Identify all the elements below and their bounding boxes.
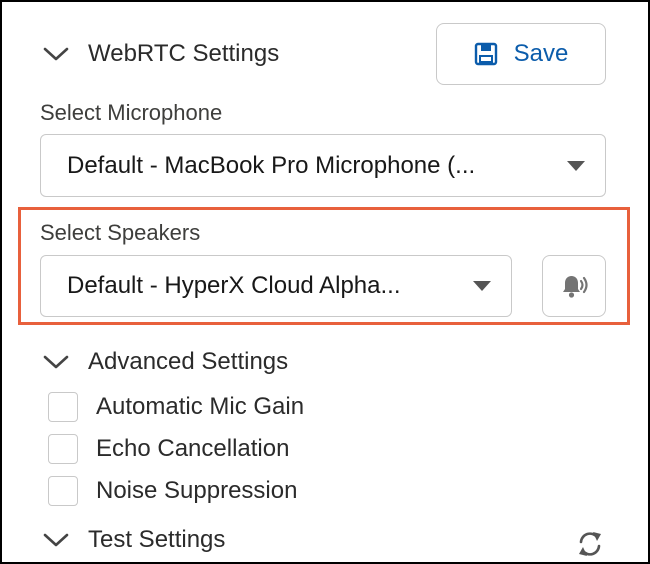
- checkbox[interactable]: [48, 434, 78, 464]
- checkbox-label: Automatic Mic Gain: [96, 393, 305, 420]
- chevron-down-icon: [43, 533, 69, 547]
- checkbox-label: Echo Cancellation: [96, 435, 290, 462]
- caret-down-icon: [473, 281, 491, 291]
- chevron-down-icon: [43, 355, 69, 369]
- advanced-settings-title: Advanced Settings: [88, 348, 289, 375]
- microphone-select-value: Default - MacBook Pro Microphone (...: [67, 151, 476, 179]
- speakers-label: Select Speakers: [40, 220, 201, 245]
- caret-down-icon: [567, 160, 585, 171]
- checkbox[interactable]: [48, 392, 78, 422]
- speakers-select[interactable]: Default - HyperX Cloud Alpha...: [40, 255, 512, 317]
- checkbox[interactable]: [48, 476, 78, 506]
- floppy-disk-icon: [474, 42, 497, 66]
- speakers-select-value: Default - HyperX Cloud Alpha...: [67, 272, 401, 299]
- test-settings-header[interactable]: Test Settings: [42, 526, 225, 554]
- option-echo-cancellation[interactable]: Echo Cancellation: [48, 434, 289, 464]
- webrtc-settings-header[interactable]: WebRTC Settings: [42, 40, 279, 68]
- webrtc-settings-panel: WebRTC Settings Save Select Microphone D…: [0, 0, 650, 564]
- advanced-settings-header[interactable]: Advanced Settings: [42, 348, 288, 376]
- webrtc-settings-title: WebRTC Settings: [88, 40, 280, 67]
- speaker-bell-icon: [563, 276, 588, 298]
- refresh-icon[interactable]: [576, 530, 604, 558]
- microphone-label: Select Microphone: [40, 100, 223, 125]
- option-noise-suppression[interactable]: Noise Suppression: [48, 476, 297, 506]
- save-button-label: Save: [513, 40, 569, 67]
- microphone-select[interactable]: Default - MacBook Pro Microphone (...: [40, 134, 606, 197]
- checkbox-label: Noise Suppression: [96, 477, 298, 504]
- option-automatic-mic-gain[interactable]: Automatic Mic Gain: [48, 392, 304, 422]
- test-settings-title: Test Settings: [88, 526, 226, 553]
- save-button[interactable]: Save: [436, 23, 606, 85]
- test-speaker-button[interactable]: [542, 255, 606, 317]
- chevron-down-icon: [43, 47, 69, 61]
